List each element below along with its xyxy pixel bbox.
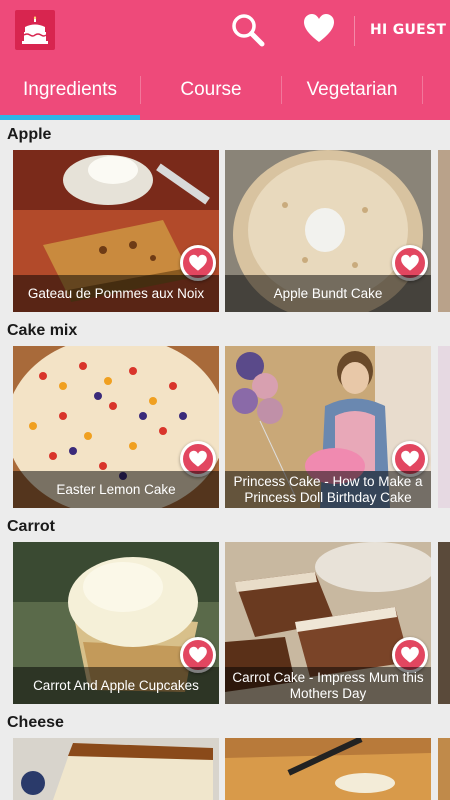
next-card-peek[interactable]	[438, 542, 450, 704]
recipe-card[interactable]: Princess Cake - How to Make a Princess D…	[225, 346, 431, 508]
user-greeting[interactable]: HI GUEST	[370, 22, 446, 38]
heart-icon	[189, 450, 207, 467]
app-header: HI GUEST Ingredients Course Vegetarian	[0, 0, 450, 120]
section-title: Cheese	[7, 714, 64, 731]
recipe-card[interactable]	[13, 738, 219, 800]
recipe-card[interactable]: Apple Bundt Cake	[225, 150, 431, 312]
recipe-title: Easter Lemon Cake	[13, 471, 219, 508]
recipe-card[interactable]	[225, 738, 431, 800]
section-title: Cake mix	[7, 322, 78, 339]
recipe-card[interactable]: Gateau de Pommes aux Noix	[13, 150, 219, 312]
next-card-peek[interactable]	[438, 150, 450, 312]
heart-icon	[189, 646, 207, 663]
recipe-list[interactable]: Apple Gateau de Pommes aux Noix Apple Bu…	[0, 120, 450, 800]
recipe-card[interactable]: Easter Lemon Cake	[13, 346, 219, 508]
recipe-card[interactable]: Carrot Cake - Impress Mum this Mothers D…	[225, 542, 431, 704]
recipe-title: Gateau de Pommes aux Noix	[13, 275, 219, 312]
recipe-card[interactable]: Carrot And Apple Cupcakes	[13, 542, 219, 704]
heart-icon	[401, 254, 419, 271]
tab-bar: Ingredients Course Vegetarian	[0, 68, 450, 120]
cake-icon[interactable]	[15, 10, 55, 50]
header-divider	[354, 16, 355, 46]
top-bar: HI GUEST	[0, 0, 450, 62]
tab-vegetarian[interactable]: Vegetarian	[282, 68, 422, 115]
app-root: HI GUEST Ingredients Course Vegetarian A…	[0, 0, 450, 800]
heart-icon	[401, 450, 419, 467]
tab-ingredients[interactable]: Ingredients	[0, 68, 140, 115]
recipe-title: Princess Cake - How to Make a Princess D…	[225, 471, 431, 508]
heart-icon	[401, 646, 419, 663]
recipe-title: Carrot And Apple Cupcakes	[13, 667, 219, 704]
section-title: Apple	[7, 126, 52, 143]
tab-course[interactable]: Course	[141, 68, 281, 115]
tab-separator	[422, 76, 423, 104]
recipe-image	[225, 738, 431, 800]
search-icon[interactable]	[230, 12, 268, 50]
section-title: Carrot	[7, 518, 56, 535]
next-card-peek[interactable]	[438, 738, 450, 800]
heart-icon	[189, 254, 207, 271]
recipe-image	[13, 738, 219, 800]
next-card-peek[interactable]	[438, 346, 450, 508]
recipe-title: Carrot Cake - Impress Mum this Mothers D…	[225, 667, 431, 704]
heart-icon[interactable]	[302, 12, 336, 46]
recipe-title: Apple Bundt Cake	[225, 275, 431, 312]
